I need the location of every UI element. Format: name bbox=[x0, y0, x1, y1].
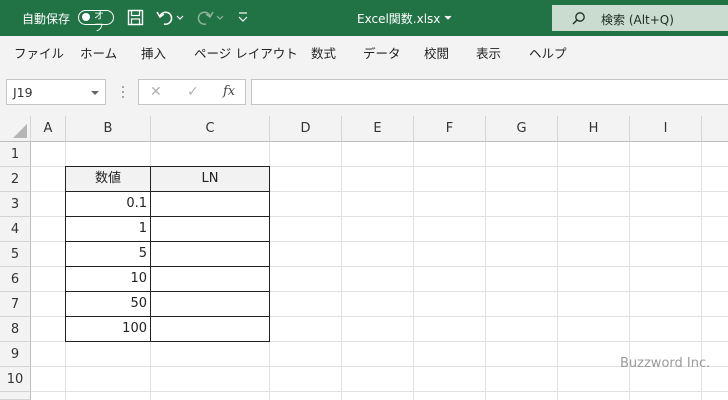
autosave-state: オフ bbox=[94, 11, 104, 34]
spreadsheet-grid: A B C D E F G H I 1 2 3 4 5 6 7 8 9 10 数… bbox=[0, 116, 728, 400]
search-box[interactable]: 検索 (Alt+Q) bbox=[552, 5, 728, 31]
autosave-toggle[interactable]: オフ bbox=[78, 10, 114, 34]
table-cell-value[interactable]: 10 bbox=[65, 266, 151, 292]
watermark: Buzzword Inc. bbox=[620, 356, 711, 371]
row-header[interactable]: 6 bbox=[0, 267, 31, 292]
row-header[interactable]: 9 bbox=[0, 342, 31, 367]
tab-data[interactable]: データ bbox=[363, 43, 401, 62]
name-box[interactable]: J19 bbox=[6, 79, 106, 105]
toggle-knob bbox=[82, 13, 90, 21]
table-cell-value[interactable]: 50 bbox=[65, 291, 151, 317]
name-box-value: J19 bbox=[13, 85, 33, 100]
column-header-partial[interactable] bbox=[702, 116, 728, 142]
table-cell-value[interactable]: 0.1 bbox=[65, 191, 151, 217]
table-cell-ln[interactable] bbox=[150, 191, 270, 217]
enter-icon[interactable]: ✓ bbox=[187, 84, 199, 100]
search-placeholder: 検索 (Alt+Q) bbox=[601, 13, 674, 27]
redo-icon[interactable] bbox=[196, 9, 214, 26]
row-header[interactable]: 5 bbox=[0, 242, 31, 267]
chevron-down-icon[interactable] bbox=[91, 91, 99, 95]
table-cell-value[interactable]: 100 bbox=[65, 316, 151, 342]
table-cell-ln[interactable] bbox=[150, 316, 270, 342]
table-header-ln[interactable]: LN bbox=[150, 166, 270, 192]
ribbon-tabs: ファイル ホーム 挿入 ページ レイアウト 数式 データ 校閲 表示 ヘルプ bbox=[0, 36, 728, 67]
select-all-corner[interactable] bbox=[0, 116, 31, 142]
table-cell-value[interactable]: 1 bbox=[65, 216, 151, 242]
tab-file[interactable]: ファイル bbox=[14, 43, 64, 62]
column-header-d[interactable]: D bbox=[270, 116, 342, 142]
column-header-b[interactable]: B bbox=[66, 116, 151, 142]
customize-toolbar-icon[interactable] bbox=[238, 11, 248, 23]
row-header[interactable]: 7 bbox=[0, 292, 31, 317]
save-icon[interactable] bbox=[127, 9, 144, 26]
tab-view[interactable]: 表示 bbox=[476, 43, 501, 62]
column-header-i[interactable]: I bbox=[630, 116, 702, 142]
column-header-a[interactable]: A bbox=[31, 116, 66, 142]
row-header-partial[interactable] bbox=[0, 392, 31, 400]
table-cell-ln[interactable] bbox=[150, 291, 270, 317]
row-header[interactable]: 2 bbox=[0, 167, 31, 192]
select-all-icon bbox=[13, 124, 27, 138]
tab-home[interactable]: ホーム bbox=[80, 43, 117, 62]
row-header[interactable]: 1 bbox=[0, 142, 31, 167]
formula-bar: J19 ✕ ✓ fx bbox=[0, 66, 728, 116]
row-header[interactable]: 3 bbox=[0, 192, 31, 217]
table-cell-value[interactable]: 5 bbox=[65, 241, 151, 267]
grip-icon[interactable] bbox=[121, 84, 125, 100]
table-cell-ln[interactable] bbox=[150, 241, 270, 267]
column-header-e[interactable]: E bbox=[342, 116, 414, 142]
document-title[interactable]: Excel関数.xlsx bbox=[357, 10, 440, 27]
column-header-f[interactable]: F bbox=[414, 116, 486, 142]
autosave-label: 自動保存 bbox=[22, 12, 71, 26]
column-header-c[interactable]: C bbox=[151, 116, 270, 142]
undo-icon[interactable] bbox=[156, 9, 174, 26]
tab-review[interactable]: 校閲 bbox=[424, 43, 449, 62]
row-header[interactable]: 8 bbox=[0, 317, 31, 342]
formula-buttons: ✕ ✓ fx bbox=[138, 79, 246, 105]
tab-insert[interactable]: 挿入 bbox=[141, 43, 166, 62]
table-header-value[interactable]: 数値 bbox=[65, 166, 151, 192]
column-header-h[interactable]: H bbox=[558, 116, 630, 142]
cancel-icon[interactable]: ✕ bbox=[150, 84, 162, 100]
search-icon bbox=[572, 12, 585, 25]
tab-formulas[interactable]: 数式 bbox=[311, 43, 336, 62]
undo-dropdown-icon[interactable] bbox=[176, 15, 184, 21]
redo-dropdown-icon[interactable] bbox=[216, 15, 224, 21]
table-cell-ln[interactable] bbox=[150, 216, 270, 242]
insert-function-icon[interactable]: fx bbox=[223, 84, 235, 99]
row-header[interactable]: 4 bbox=[0, 217, 31, 242]
tab-page-layout[interactable]: ページ レイアウト bbox=[194, 43, 298, 62]
table-cell-ln[interactable] bbox=[150, 266, 270, 292]
column-header-g[interactable]: G bbox=[486, 116, 558, 142]
row-header[interactable]: 10 bbox=[0, 367, 31, 392]
tab-help[interactable]: ヘルプ bbox=[529, 43, 567, 62]
chevron-down-icon[interactable] bbox=[444, 15, 452, 21]
formula-input[interactable] bbox=[251, 79, 728, 105]
title-bar: 自動保存 オフ Excel関数.xlsx 検索 (Alt+Q) bbox=[0, 0, 728, 36]
